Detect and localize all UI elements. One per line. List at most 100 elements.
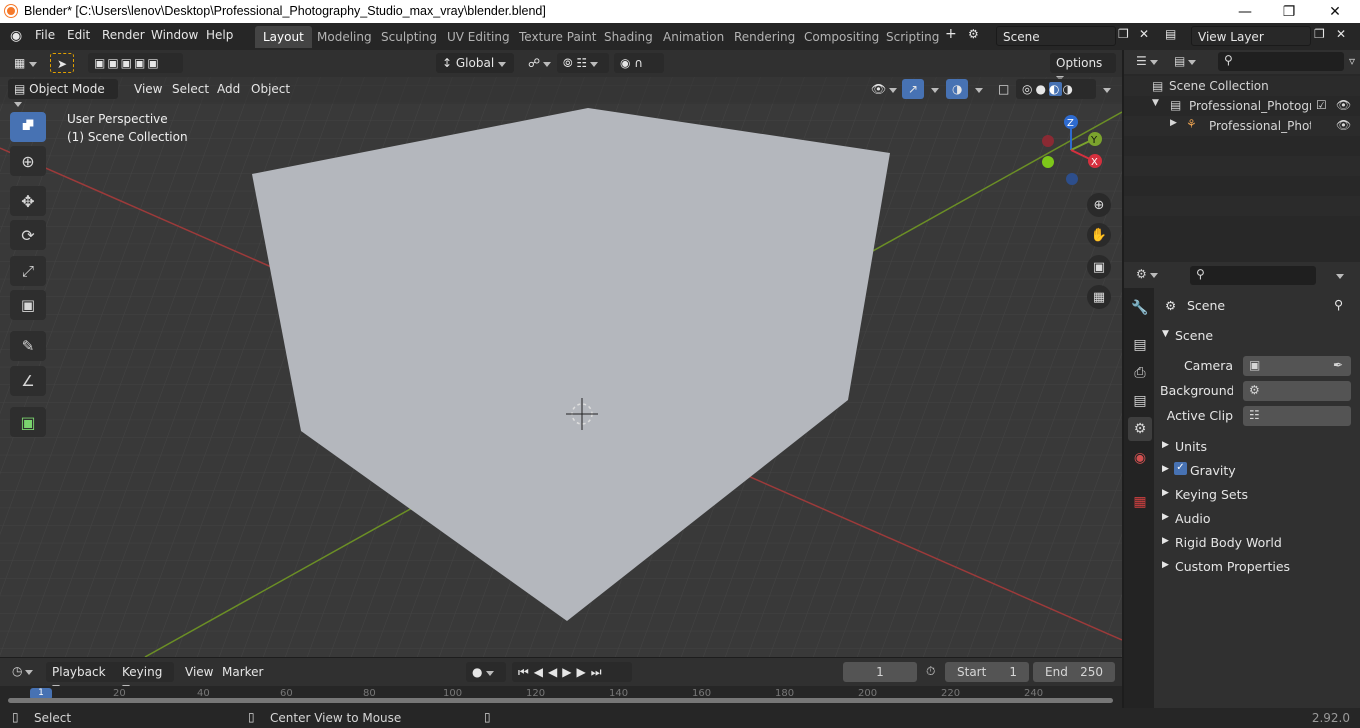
add-cube-tool[interactable]: ▣ [10,407,46,437]
transform-tool[interactable]: ▣ [10,290,46,320]
grid-perspective-icon[interactable]: ▦ [1087,285,1111,309]
units-panel[interactable]: Units [1175,439,1207,454]
gravity-checkbox[interactable]: ✓ [1174,462,1187,475]
background-scene-field[interactable]: ⚙ [1243,381,1351,401]
visibility-eye-icon[interactable]: 👁 [865,79,903,99]
close-window-button[interactable]: ✕ [1312,0,1358,23]
measure-tool[interactable]: ∠ [10,366,46,396]
panel-dropdown-icon[interactable] [1336,268,1344,282]
3d-viewport[interactable]: Z Y X ▦ ➤ ▣▣▣▣▣ ↕ Global ☍ ⦾ ☷ ◉ ∩ Optio… [0,50,1122,657]
current-frame-field[interactable]: 1 [843,662,917,682]
scene-selector-icon[interactable]: ⚙ [968,27,979,41]
display-mode-icon[interactable]: ▤ [1174,54,1197,68]
outliner-editor-icon[interactable]: ☰ [1136,54,1158,68]
tab-compositing[interactable]: Compositing [796,26,887,48]
new-scene-icon[interactable]: ❐ [1118,27,1129,41]
expand-arrow-icon[interactable]: ▶ [1162,512,1169,522]
eye-icon[interactable]: 👁 [1336,118,1351,132]
view-layer-tab-icon[interactable]: ▤ [1128,389,1152,413]
rigid-body-world-panel[interactable]: Rigid Body World [1175,535,1282,550]
pivot-point-icon[interactable]: ☍ [522,53,557,73]
keying-dropdown[interactable]: Keying [116,662,174,690]
expand-arrow-icon[interactable]: ▶ [1162,464,1169,474]
object-mode-dropdown[interactable]: ▤ Object Mode [8,79,118,107]
snap-icon[interactable]: ⦾ ☷ [557,53,609,73]
expand-arrow-icon[interactable]: ▶ [1170,118,1177,128]
add-workspace-icon[interactable]: + [945,26,957,42]
select-box-tool[interactable]: ⮼ [10,112,46,142]
timeline-scrollbar[interactable] [8,698,1113,703]
frame-ruler[interactable]: 1 20 40 60 80 100 120 140 160 180 200 22… [0,686,1122,708]
menu-render[interactable]: Render [102,28,145,42]
view-layer-field[interactable]: View Layer [1191,26,1311,46]
end-frame-field[interactable]: End 250 [1033,662,1115,682]
tab-sculpting[interactable]: Sculpting [373,26,445,48]
expand-arrow-icon[interactable]: ▼ [1152,98,1159,108]
menu-window[interactable]: Window [151,28,198,42]
gizmo-toggle-icon[interactable]: ↗ [902,79,925,99]
camera-field[interactable]: ▣ ✒ [1243,356,1351,376]
pin-icon[interactable]: ⚲ [1334,297,1343,312]
stopwatch-icon[interactable]: ⏱ [926,664,935,679]
menu-help[interactable]: Help [206,28,233,42]
scale-tool[interactable]: ⤢ [10,256,46,286]
custom-properties-panel[interactable]: Custom Properties [1175,559,1290,574]
tab-shading[interactable]: Shading [596,26,661,48]
start-frame-field[interactable]: Start 1 [945,662,1029,682]
delete-view-layer-icon[interactable]: ✕ [1336,27,1346,41]
expand-arrow-icon[interactable]: ▶ [1162,536,1169,546]
scene-tab-icon[interactable]: ⚙ [1128,417,1152,441]
rotate-tool[interactable]: ⟳ [10,220,46,250]
overlays-toggle-icon[interactable]: ◑ [946,79,969,99]
maximize-button[interactable]: ❐ [1266,0,1312,23]
menu-add[interactable]: Add [211,79,246,99]
menu-edit[interactable]: Edit [67,28,90,42]
eye-icon[interactable]: 👁 [1336,98,1351,112]
tab-scripting[interactable]: Scripting [878,26,947,48]
gizmo-dropdown-icon[interactable] [925,79,945,99]
outliner-search-input[interactable]: ⚲ [1218,52,1344,71]
tab-rendering[interactable]: Rendering [726,26,803,48]
eyedropper-icon[interactable]: ✒ [1333,358,1343,372]
editor-type-icon[interactable]: ▦ [8,53,43,73]
new-view-layer-icon[interactable]: ❐ [1314,27,1325,41]
cursor-tool[interactable]: ⊕ [10,146,46,176]
move-tool[interactable]: ✥ [10,186,46,216]
blender-menu-icon[interactable]: ◉ [10,28,22,44]
render-tab-icon[interactable]: ▤ [1128,333,1152,357]
outliner-row[interactable]: ▶ ⚘ Professional_Photogr 👁 [1124,116,1360,136]
gravity-panel[interactable]: Gravity [1190,463,1236,478]
scene-panel-title[interactable]: Scene [1175,328,1213,343]
output-tab-icon[interactable]: ⎙ [1128,361,1152,385]
tab-layout[interactable]: Layout [255,26,312,48]
collapse-arrow-icon[interactable]: ▼ [1162,329,1169,339]
audio-panel[interactable]: Audio [1175,511,1211,526]
tab-uv-editing[interactable]: UV Editing [439,26,518,48]
options-dropdown[interactable]: Options [1050,53,1116,81]
expand-arrow-icon[interactable]: ▶ [1162,560,1169,570]
expand-arrow-icon[interactable]: ▶ [1162,440,1169,450]
properties-search-input[interactable]: ⚲ [1190,266,1316,285]
scene-field[interactable]: Scene [996,26,1116,46]
texture-tab-icon[interactable]: ▦ [1128,490,1152,514]
tab-modeling[interactable]: Modeling [309,26,380,48]
timeline-editor-icon[interactable]: ◷ [12,664,34,678]
overlays-dropdown-icon[interactable] [969,79,989,99]
proportional-editing-icon[interactable]: ◉ ∩ [614,53,664,73]
camera-view-icon[interactable]: ▣ [1087,255,1111,279]
world-tab-icon[interactable]: ◉ [1128,446,1152,470]
filter-icon[interactable]: ▿ [1349,54,1355,68]
active-clip-field[interactable]: ☷ [1243,406,1351,426]
marker-menu[interactable]: Marker [216,662,269,682]
shading-dropdown-icon[interactable] [1097,79,1117,99]
pan-hand-icon[interactable]: ✋ [1087,223,1111,247]
annotate-tool[interactable]: ✎ [10,331,46,361]
outliner-row[interactable]: ▤ Scene Collection [1124,76,1360,96]
expand-arrow-icon[interactable]: ▶ [1162,488,1169,498]
playback-dropdown[interactable]: Playback [46,662,121,690]
playback-controls[interactable]: ⏮◀◀▶▶⏭ [512,662,632,682]
properties-editor-icon[interactable]: ⚙ [1136,267,1158,281]
menu-select[interactable]: Select [166,79,215,99]
delete-scene-icon[interactable]: ✕ [1139,27,1149,41]
tool-settings-tab-icon[interactable]: 🔧 [1128,296,1152,320]
